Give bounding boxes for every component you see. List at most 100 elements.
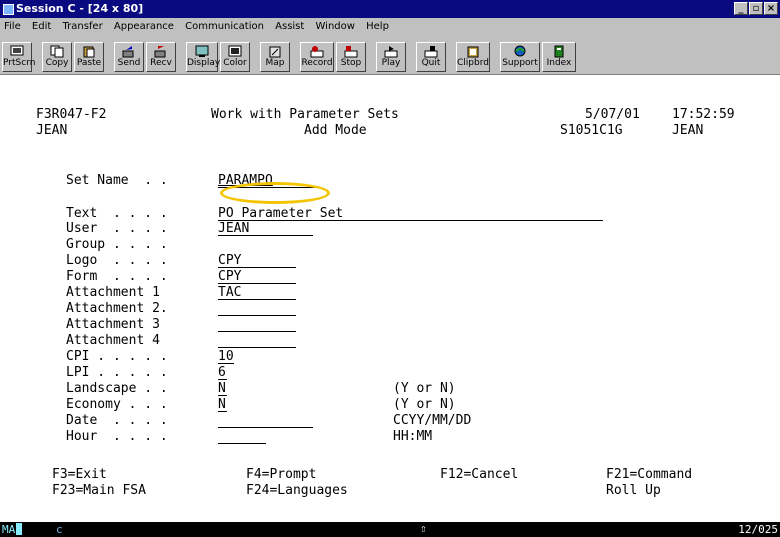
hour-hint: HH:MM [393,429,433,444]
menu-transfer[interactable]: Transfer [58,18,106,32]
field-label-group: Group . . . . [66,237,168,252]
index-icon [554,45,564,58]
menu-assist[interactable]: Assist [271,18,308,32]
stop-icon [344,46,358,58]
menu-communication[interactable]: Communication [181,18,268,32]
menu-file[interactable]: File [0,18,25,32]
menu-appearance[interactable]: Appearance [110,18,178,32]
roll-up-indicator: Roll Up [606,483,661,498]
date-underline [218,413,313,428]
map-button[interactable]: Map [260,42,290,72]
stop-button[interactable]: Stop [336,42,366,72]
field-label-cpi: CPI . . . . . [66,349,168,364]
toolbar-label: Index [546,58,572,68]
window-title: Session C - [24 x 80] [16,2,144,15]
fkey-f4-prompt[interactable]: F4=Prompt [246,467,316,482]
field-label-lpi: LPI . . . . . [66,365,168,380]
screen-title: Work with Parameter Sets [211,107,399,122]
field-label-user: User . . . . [66,221,168,236]
fkey-f3-exit[interactable]: F3=Exit [52,467,107,482]
clipboard-icon [467,46,479,58]
field-label-economy: Economy . . . [66,397,168,412]
toolbar-label: Paste [76,58,102,68]
recv-button[interactable]: Recv [146,42,176,72]
toolbar-label: Stop [340,58,362,68]
status-bar: MA c ⇧ 12/025 [0,522,780,537]
toolbar-label: Clipbrd [457,58,489,68]
field-label-date: Date . . . . [66,413,168,428]
fkey-f21-command[interactable]: F21=Command [606,467,692,482]
toolbar-label: Display [187,58,221,68]
logo-underline [218,253,296,268]
user-underline [218,221,313,236]
program-id: F3R047-F2 [36,107,107,122]
screen-user-2: JEAN [672,123,704,138]
field-label-logo: Logo . . . . [66,253,168,268]
menu-help[interactable]: Help [362,18,393,32]
support-button[interactable]: Support [500,42,540,72]
status-cursor-block [16,523,22,535]
toolbar-label: Recv [150,58,172,68]
display-icon [195,45,209,57]
minimize-button[interactable]: _ [734,2,748,15]
send-icon [122,46,134,58]
menu-edit[interactable]: Edit [28,18,55,32]
attachment-4-underline [218,333,296,348]
prtscrn-button[interactable]: PrtScrn [2,42,36,72]
attachment-3-underline [218,317,296,332]
clipbrd-button[interactable]: Clipbrd [456,42,490,72]
field-label-text: Text . . . . [66,206,168,221]
economy-hint: (Y or N) [393,397,456,412]
paste-button[interactable]: Paste [74,42,104,72]
print-screen-icon [10,45,24,56]
attachment-2-underline [218,301,296,316]
session-app-icon[interactable] [3,4,14,15]
window-title-bar[interactable]: Session C - [24 x 80] _ ▫ × [0,0,780,18]
play-button[interactable]: Play [376,42,406,72]
toolbar: PrtScrn Copy Paste Send Recv Display Col… [0,36,780,75]
support-icon [514,45,526,57]
toolbar-label: Support [502,58,538,68]
toolbar-label: Record [301,58,333,68]
landscape-underline [218,381,227,396]
copy-button[interactable]: Copy [42,42,72,72]
display-button[interactable]: Display [186,42,221,72]
field-label-hour: Hour . . . . [66,429,168,444]
terminal-screen[interactable]: F3R047-F2 Work with Parameter Sets 5/07/… [0,75,780,522]
record-button[interactable]: Record [300,42,334,72]
send-button[interactable]: Send [114,42,144,72]
close-button[interactable]: × [764,2,778,15]
system-name: S1051C1G [560,123,623,138]
quit-button[interactable]: Quit [416,42,446,72]
toolbar-label: Color [223,58,247,68]
toolbar-label: Send [117,58,141,68]
toolbar-label: Map [265,58,285,68]
field-label-set-name: Set Name . . [66,173,168,188]
fkey-f12-cancel[interactable]: F12=Cancel [440,467,518,482]
attachment-1-underline [218,285,296,300]
fkey-f23-main-fsa[interactable]: F23=Main FSA [52,483,146,498]
screen-mode: Add Mode [304,123,367,138]
maximize-button[interactable]: ▫ [749,2,763,15]
hour-underline [218,429,266,444]
color-button[interactable]: Color [220,42,250,72]
field-label-landscape: Landscape . . [66,381,168,396]
date-hint: CCYY/MM/DD [393,413,472,428]
toolbar-label: Copy [45,58,69,68]
menu-window[interactable]: Window [312,18,359,32]
index-button[interactable]: Index [542,42,576,72]
toolbar-label: Quit [421,58,441,68]
color-icon [228,45,242,57]
fkey-f24-languages[interactable]: F24=Languages [246,483,348,498]
paste-icon [83,46,95,58]
status-session: c [56,523,63,536]
shift-arrow-icon: ⇧ [420,522,427,535]
status-mode-indicator: MA [2,523,16,536]
form-underline [218,269,296,284]
field-label-form: Form . . . . [66,269,168,284]
toolbar-label: PrtScrn [3,58,36,68]
highlight-annotation-oval [220,182,330,204]
field-label-attachment-3: Attachment 3 [66,317,160,332]
lpi-underline [218,365,227,380]
economy-underline [218,397,227,412]
